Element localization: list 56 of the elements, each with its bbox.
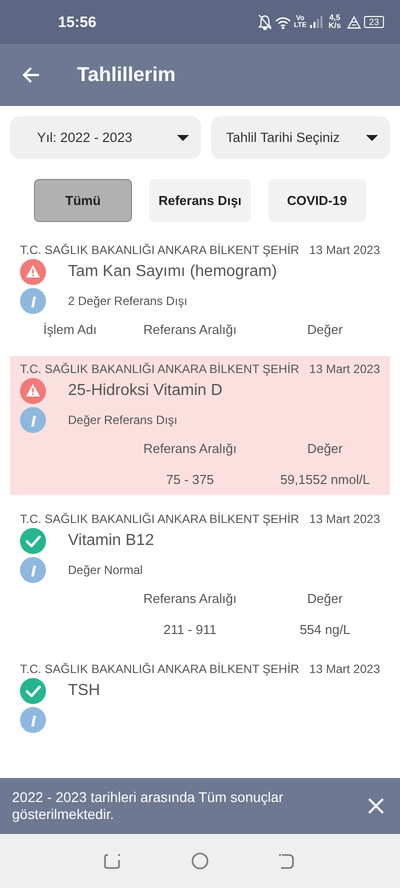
table-cell-text: 554 ng/L [298, 622, 352, 637]
recent-apps-icon [104, 852, 122, 870]
table-cell-text: 211 - 911 [162, 622, 218, 637]
wifi-icon [274, 15, 291, 29]
test-title: TSH [68, 682, 100, 700]
column-header: Değer [306, 441, 344, 456]
test-title: Tam Kan Sayımı (hemogram) [68, 263, 277, 281]
info-icon [20, 407, 46, 433]
test-title: 25-Hidroksi Vitamin D [68, 382, 222, 400]
dropdown-caret-icon [177, 134, 189, 140]
column-header: Değer [306, 322, 344, 337]
speed-unit: K/s [328, 22, 341, 30]
result-summary: Değer Normal [68, 563, 143, 577]
muted-bell-icon [258, 14, 272, 30]
result-date: 13 Mart 2023 [309, 362, 380, 376]
table-cell-text: 75 - 375 [165, 472, 215, 487]
info-icon [20, 707, 46, 733]
snackbar-message: 2022 - 2023 tarihleri arasında Tüm sonuçlar gösterilmektedir. [12, 789, 284, 823]
column-header: Referans Aralığı [142, 441, 238, 456]
hospital-name: T.C. SAĞLIK BAKANLIĞI ANKARA BİLKENT ŞEHİR [20, 243, 300, 257]
dropdown-caret-icon [366, 134, 378, 140]
dropdown-field[interactable]: Tahlil Tarihi Seçiniz [211, 116, 390, 159]
hospital-name: T.C. SAĞLIK BAKANLIĞI ANKARA BİLKENT ŞEHİR [20, 662, 300, 676]
result-date: 13 Mart 2023 [309, 243, 380, 257]
clock: 15:56 [58, 14, 98, 30]
column-header: İşlem Adı [42, 322, 98, 337]
dropdown-field[interactable]: Yıl: 2022 - 2023 [10, 116, 201, 159]
hospital-name: T.C. SAĞLIK BAKANLIĞI ANKARA BİLKENT ŞEHİR [20, 512, 300, 526]
result-date: 13 Mart 2023 [309, 512, 380, 526]
result-card[interactable]: T.C. SAĞLIK BAKANLIĞI ANKARA BİLKENT ŞEHİR 13 Mart 2023 TSH [10, 656, 390, 741]
highlighted-card[interactable]: T.C. SAĞLIK BAKANLIĞI ANKARA BİLKENT ŞEHİR 13 Mart 2023 25-Hidroksi Vitamin D Değer Referans Dışı Referans Aralığı Değer 75 - 375 59,1552 nmol/L [10, 356, 390, 495]
screen-title: Tahlillerim [77, 64, 176, 86]
filter-tab[interactable]: Referans Dışı [149, 179, 251, 222]
signal-icon [310, 16, 323, 28]
result-summary: Değer Referans Dışı [68, 413, 178, 427]
speed-value: 4,5 [329, 14, 340, 22]
result-summary: 2 Değer Referans Dışı [68, 294, 188, 308]
info-icon [20, 557, 46, 583]
test-title: Vitamin B12 [68, 532, 154, 550]
column-header: Referans Aralığı [142, 322, 238, 337]
filter-tab[interactable]: COVID-19 [268, 179, 366, 222]
back-arrow-icon[interactable] [22, 66, 41, 84]
result-date: 13 Mart 2023 [309, 662, 380, 676]
column-header: Referans Aralığı [142, 591, 238, 606]
warning-triangle-icon [346, 16, 361, 28]
info-icon [20, 288, 46, 314]
close-icon [368, 798, 384, 814]
result-card[interactable]: T.C. SAĞLIK BAKANLIĞI ANKARA BİLKENT ŞEHİR 13 Mart 2023 Vitamin B12 Değer Normal Referans Aralığı Değer 211 - 911 554 ng/L [10, 506, 390, 645]
back-icon [278, 852, 296, 870]
filter-tab[interactable]: Tümü [34, 179, 132, 222]
table-cell-text: 59,1552 nmol/L [279, 472, 371, 487]
home-icon [190, 852, 209, 870]
hospital-name: T.C. SAĞLIK BAKANLIĞI ANKARA BİLKENT ŞEHİR [20, 362, 300, 376]
result-card[interactable]: T.C. SAĞLIK BAKANLIĞI ANKARA BİLKENT ŞEHİR 13 Mart 2023 Tam Kan Sayımı (hemogram) 2 Değer Referans Dışı İşlem Adı Referans Aralığı Değer [10, 237, 390, 345]
battery-indicator: 23 [364, 16, 384, 28]
column-header: Değer [306, 591, 344, 606]
